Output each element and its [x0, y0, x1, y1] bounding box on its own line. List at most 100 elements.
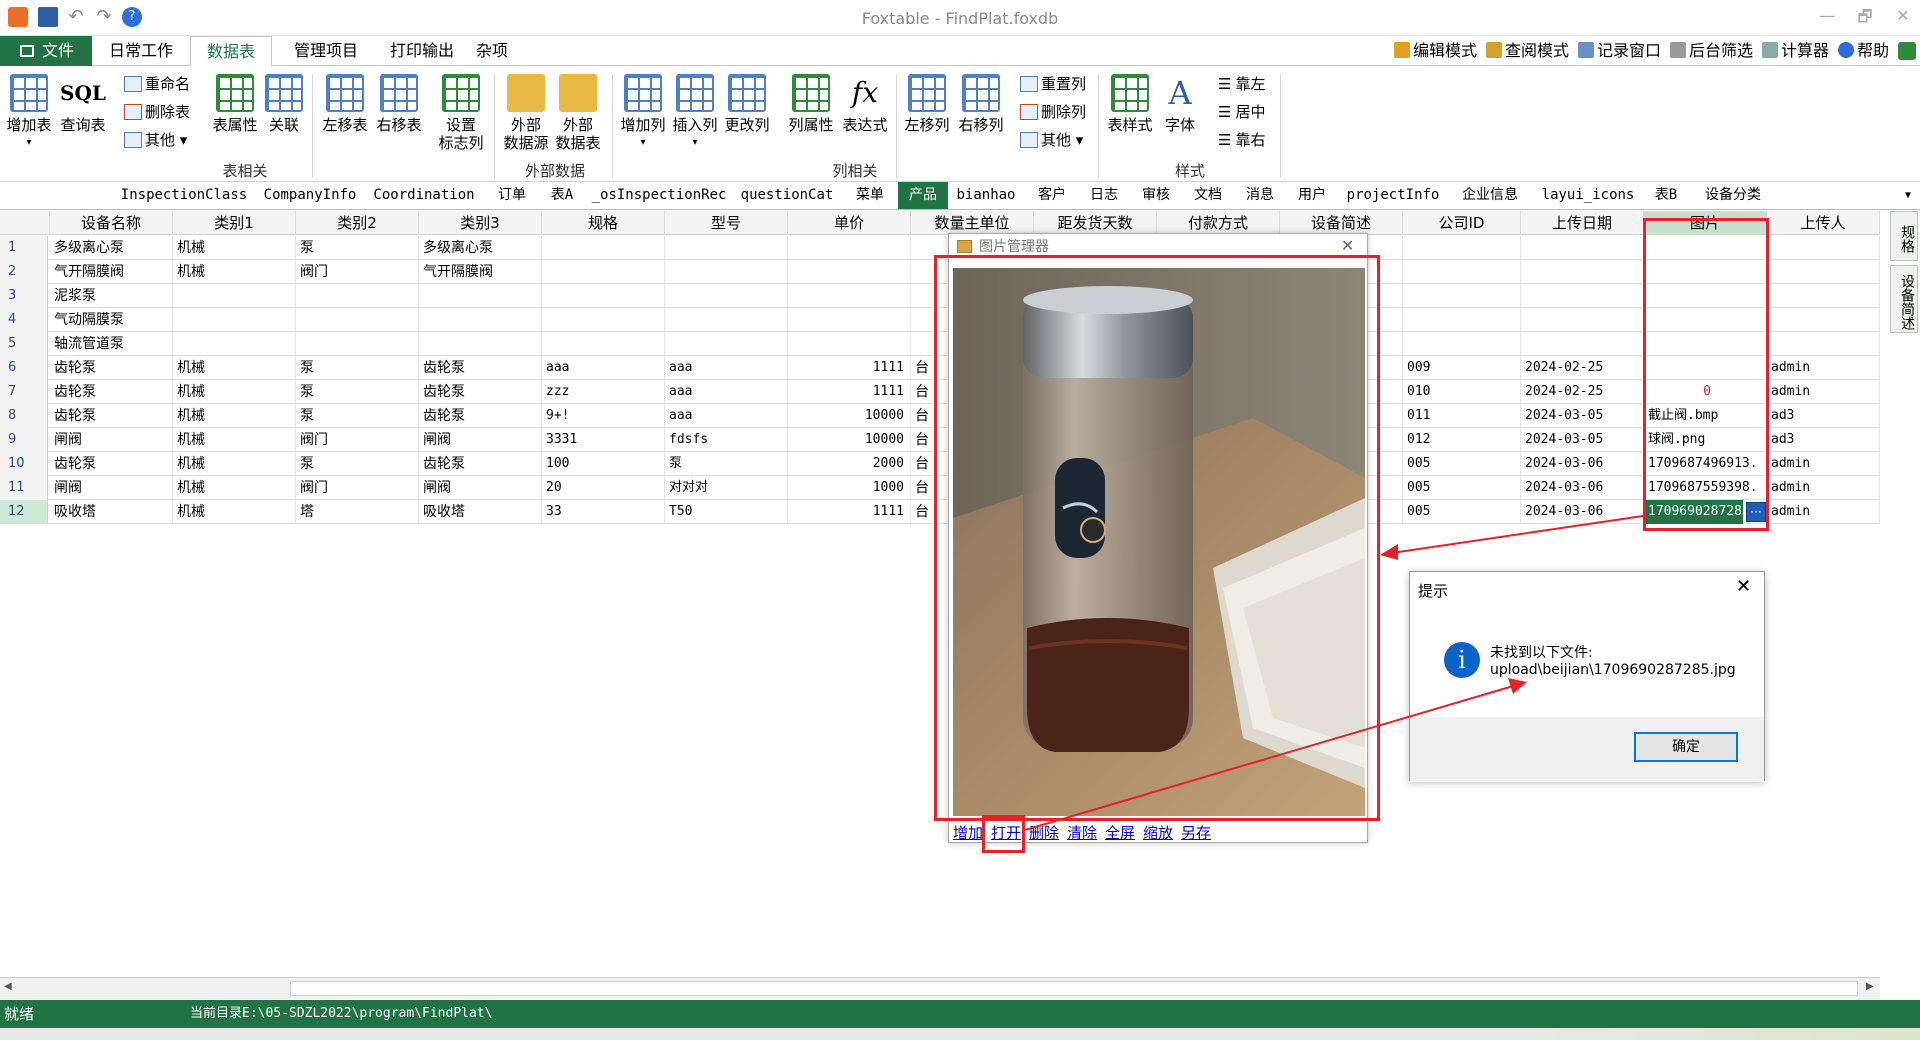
column-header[interactable]: 上传日期 [1521, 211, 1644, 235]
table-cell[interactable] [788, 260, 911, 284]
table-cell[interactable]: 3331 [542, 428, 665, 452]
table-cell[interactable] [173, 332, 296, 356]
row-number[interactable]: 1 [0, 236, 48, 260]
table-cell[interactable]: 1111 [788, 500, 911, 524]
close-icon[interactable]: ✕ [1736, 576, 1751, 597]
tab-daily-work[interactable]: 日常工作 [100, 36, 182, 66]
table-cell[interactable]: 机械 [173, 500, 296, 524]
sheet-tab-log[interactable]: 日志 [1082, 182, 1126, 209]
align-left-button[interactable]: ☰ 靠左 [1218, 72, 1265, 96]
table-cell[interactable] [1767, 332, 1880, 356]
table-cell[interactable]: admin [1767, 500, 1880, 524]
table-cell[interactable]: 005 [1403, 500, 1521, 524]
add-column-button[interactable]: 增加列 ▾ [618, 74, 668, 152]
table-cell[interactable]: 齿轮泵 [419, 404, 542, 428]
table-cell[interactable]: 机械 [173, 428, 296, 452]
table-cell[interactable] [788, 332, 911, 356]
table-cell[interactable]: 闸阀 [50, 476, 173, 500]
image-zoom-link[interactable]: 缩放 [1143, 822, 1173, 843]
sheet-tab-table-b[interactable]: 表B [1646, 182, 1686, 209]
table-cell[interactable]: 机械 [173, 404, 296, 428]
table-row[interactable]: 8 齿轮泵 机械泵齿轮泵 9+! aaa 10000 台 011 2024-03-05 截止阀.b… [0, 404, 1880, 428]
table-cell[interactable] [296, 308, 419, 332]
table-cell[interactable]: ad3 [1767, 428, 1880, 452]
table-cell[interactable]: ad3 [1767, 404, 1880, 428]
table-cell[interactable]: 机械 [173, 476, 296, 500]
rename-button[interactable]: 重命名 [124, 72, 190, 96]
table-cell[interactable]: 1709687559398. [1644, 476, 1767, 500]
table-cell[interactable]: 100 [542, 452, 665, 476]
table-cell[interactable]: 2024-03-06 [1521, 452, 1644, 476]
query-mode-button[interactable]: 查阅模式 [1486, 38, 1569, 64]
table-cell[interactable]: T50 [665, 500, 788, 524]
table-cell[interactable]: 阀门 [296, 260, 419, 284]
table-row[interactable]: 3 泥浆泵 [0, 284, 1880, 308]
external-source-button[interactable]: 外部 数据源 [500, 74, 552, 152]
table-cell[interactable] [1521, 332, 1644, 356]
record-window-button[interactable]: 记录窗口 [1578, 38, 1661, 64]
table-cell[interactable]: 球阀.png [1644, 428, 1767, 452]
table-cell[interactable]: 0 [1644, 380, 1767, 404]
backend-filter-button[interactable]: 后台筛选 [1670, 38, 1753, 64]
column-header[interactable]: 公司ID [1403, 211, 1521, 235]
table-cell[interactable] [1403, 260, 1521, 284]
table-cell[interactable]: 005 [1403, 452, 1521, 476]
sheet-tab-review[interactable]: 审核 [1134, 182, 1178, 209]
move-column-right-button[interactable]: 右移列 [956, 74, 1006, 134]
table-cell[interactable]: 2024-03-05 [1521, 404, 1644, 428]
set-flag-column-button[interactable]: 设置 标志列 [434, 74, 488, 152]
sheet-tabs-dropdown-icon[interactable]: ▼ [1900, 182, 1916, 209]
horizontal-scrollbar[interactable]: ◀ ▶ [0, 977, 1880, 999]
table-cell[interactable]: 机械 [173, 236, 296, 260]
table-cell[interactable]: 机械 [173, 356, 296, 380]
table-row[interactable]: 11 闸阀 机械 阀门 闸阀 20 对对对 1000 台 005 2024-03-06 1709687… [0, 476, 1880, 500]
table-cell[interactable]: 闸阀 [50, 428, 173, 452]
table-cell[interactable] [1644, 356, 1767, 380]
table-cell[interactable]: 010 [1403, 380, 1521, 404]
sheet-tab-company-info[interactable]: 企业信息 [1452, 182, 1528, 209]
table-cell[interactable]: 9+! [542, 404, 665, 428]
table-cell[interactable] [542, 284, 665, 308]
scroll-left-icon[interactable]: ◀ [4, 981, 12, 992]
table-cell[interactable]: 泵 [296, 404, 419, 428]
table-cell[interactable]: 1111 [788, 380, 911, 404]
move-column-left-button[interactable]: 左移列 [902, 74, 952, 134]
table-cell[interactable]: 气动隔膜泵 [50, 308, 173, 332]
tab-misc[interactable]: 杂项 [470, 36, 514, 66]
column-header[interactable]: 数量主单位 [911, 211, 1034, 235]
table-cell[interactable] [1644, 284, 1767, 308]
column-header[interactable]: 型号 [665, 211, 788, 235]
image-open-link[interactable]: 打开 [991, 822, 1021, 843]
row-number[interactable]: 11 [0, 476, 48, 500]
table-cell[interactable] [542, 332, 665, 356]
table-cell[interactable]: admin [1767, 452, 1880, 476]
sheet-tab-questioncat[interactable]: questionCat [738, 182, 836, 209]
table-cell[interactable]: 对对对 [665, 476, 788, 500]
other-table-button[interactable]: 其他 ▾ [124, 128, 187, 152]
tab-print-output[interactable]: 打印输出 [376, 36, 468, 66]
sheet-tab-docs[interactable]: 文档 [1186, 182, 1230, 209]
table-cell[interactable]: 截止阀.bmp [1644, 404, 1767, 428]
table-cell[interactable] [665, 332, 788, 356]
move-table-right-button[interactable]: 右移表 [374, 74, 424, 134]
sheet-tab-table-a[interactable]: 表A [540, 182, 584, 209]
table-cell[interactable] [1767, 284, 1880, 308]
table-cell[interactable] [1644, 308, 1767, 332]
align-center-button[interactable]: ☰ 居中 [1218, 100, 1265, 124]
edit-mode-button[interactable]: 编辑模式 [1394, 38, 1477, 64]
table-cell[interactable]: 多级离心泵 [50, 236, 173, 260]
table-cell[interactable]: 轴流管道泵 [50, 332, 173, 356]
table-cell[interactable]: aaa [665, 404, 788, 428]
table-cell[interactable] [665, 284, 788, 308]
table-cell[interactable] [1521, 260, 1644, 284]
sheet-tab-projectinfo[interactable]: projectInfo [1346, 182, 1440, 209]
table-cell[interactable]: 2024-03-06 [1521, 500, 1644, 524]
help-button[interactable]: 帮助 [1838, 38, 1889, 64]
table-cell[interactable]: 2024-02-25 [1521, 380, 1644, 404]
table-cell[interactable]: 齿轮泵 [50, 356, 173, 380]
sheet-tab-device-category[interactable]: 设备分类 [1694, 182, 1772, 209]
image-saveas-link[interactable]: 另存 [1181, 822, 1211, 843]
table-cell[interactable] [1403, 236, 1521, 260]
table-cell[interactable]: 齿轮泵 [50, 380, 173, 404]
column-header[interactable]: 类别1 [173, 211, 296, 235]
